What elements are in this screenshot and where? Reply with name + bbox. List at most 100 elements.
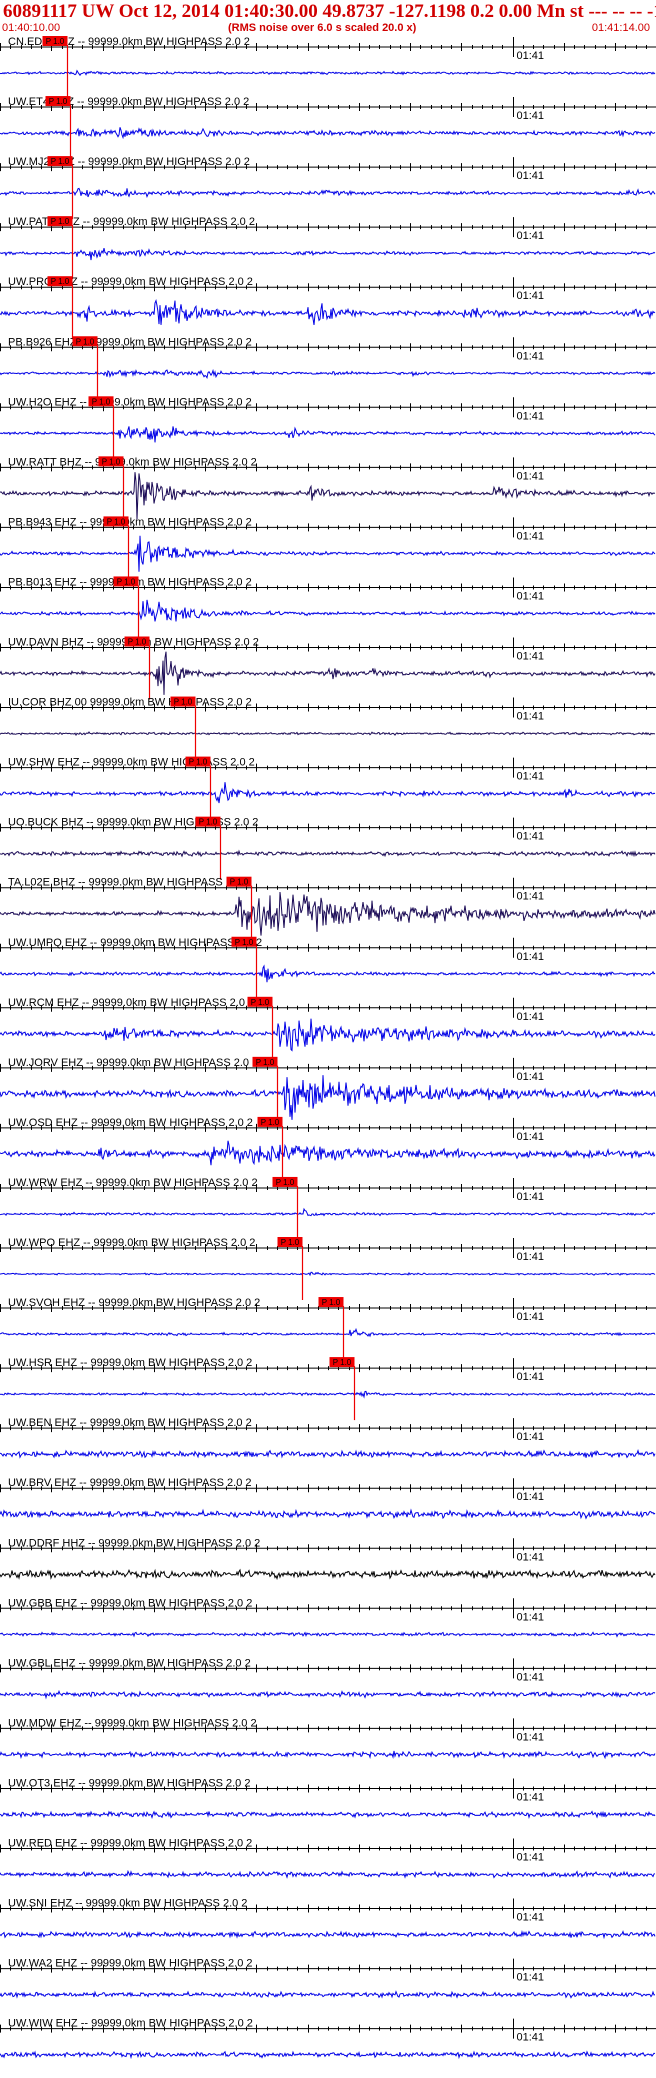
trace-label: TA.L02E BHZ -- 99999.0km BW HIGHPASS 2.0…: [8, 877, 250, 889]
waveform: [0, 368, 656, 380]
p-pick-label: P 1.0: [51, 157, 70, 166]
event-title: 60891117 UW Oct 12, 2014 01:40:30.00 49.…: [3, 1, 656, 22]
p-pick-label: P 1.0: [230, 878, 249, 887]
waveform: [0, 1631, 655, 1638]
minute-label: 01:41: [517, 2032, 545, 2044]
waveform: [0, 1075, 656, 1120]
p-pick-label: P 1.0: [189, 758, 208, 767]
minute-label: 01:41: [517, 1311, 545, 1323]
minute-label: 01:41: [517, 170, 545, 182]
waveform: [0, 1750, 656, 1760]
waveform: [0, 69, 656, 77]
trace-label: UW.MJ2 EHZ -- 99999.0km BW HIGHPASS 2.0 …: [8, 156, 250, 168]
p-pick-label: P 1.0: [117, 577, 136, 586]
trace-label: UW.PRO EHZ -- 99999.0km BW HIGHPASS 2.0 …: [8, 276, 253, 288]
trace-label: UW.HSR EHZ -- 99999.0km BW HIGHPASS 2.0 …: [8, 1357, 252, 1369]
minute-label: 01:41: [517, 1671, 545, 1683]
waveform: [0, 1448, 656, 1459]
minute-label: 01:41: [517, 1251, 545, 1263]
trace-label: UW.RED EHZ -- 99999.0km BW HIGHPASS 2.0 …: [8, 1838, 252, 1850]
minute-label: 01:41: [517, 1071, 545, 1083]
waveform: [0, 472, 656, 520]
trace-label: UW.SHW EHZ -- 99999.0km BW HIGHPASS 2.0 …: [8, 757, 255, 769]
trace-label: UW.WRW EHZ -- 99999.0km BW HIGHPASS 2.0 …: [8, 1177, 258, 1189]
trace-label: UW.OT3 EHZ -- 99999.0km BW HIGHPASS 2.0 …: [8, 1777, 250, 1789]
minute-label: 01:41: [517, 1972, 545, 1984]
waveform: [0, 1990, 656, 1999]
minute-label: 01:41: [517, 290, 545, 302]
minute-label: 01:41: [517, 1431, 545, 1443]
p-pick-label: P 1.0: [76, 337, 95, 346]
p-pick-label: P 1.0: [128, 638, 147, 647]
minute-label: 01:41: [517, 1611, 545, 1623]
p-pick-label: P 1.0: [92, 397, 111, 406]
waveform: [0, 1271, 656, 1277]
minute-label: 01:41: [517, 1551, 545, 1563]
minute-label: 01:41: [517, 1371, 545, 1383]
waveform: [0, 187, 656, 199]
minute-label: 01:41: [517, 1912, 545, 1924]
waveform: [0, 1689, 656, 1700]
p-pick-label: P 1.0: [235, 938, 254, 947]
minute-label: 01:41: [517, 410, 545, 422]
trace-label: PB.B943 EHZ -- 99999.0km BW HIGHPASS 2.0…: [8, 516, 252, 528]
minute-label: 01:41: [517, 891, 545, 903]
trace-label: UW.ET4 EHZ -- 99999.0km BW HIGHPASS 2.0 …: [8, 96, 249, 108]
trace-label: UW.RATT BHZ -- 99999.0km BW HIGHPASS 2.0…: [8, 456, 257, 468]
p-pick-label: P 1.0: [49, 97, 68, 106]
minute-label: 01:41: [517, 230, 545, 242]
waveform: [0, 1929, 656, 1940]
rms-scaling-note: (RMS noise over 6.0 s scaled 20.0 x): [228, 22, 417, 34]
trace-label: UW.WIW EHZ -- 99999.0km BW HIGHPASS 2.0 …: [8, 2018, 253, 2030]
p-pick-label: P 1.0: [261, 1118, 280, 1127]
trace-label: UW.GBL EHZ -- 99999.0km BW HIGHPASS 2.0 …: [8, 1657, 251, 1669]
trace-label: UW.WA2 EHZ -- 99999.0km BW HIGHPASS 2.0 …: [8, 1958, 253, 1970]
minute-label: 01:41: [517, 50, 545, 62]
p-pick-label: P 1.0: [281, 1238, 300, 1247]
waveform: [0, 1018, 656, 1052]
waveform: [0, 651, 656, 695]
minute-label: 01:41: [517, 590, 545, 602]
minute-label: 01:41: [517, 1011, 545, 1023]
trace-label: UW.BEN EHZ -- 99999.0km BW HIGHPASS 2.0 …: [8, 1417, 252, 1429]
record-header: 60891117 UW Oct 12, 2014 01:40:30.00 49.…: [0, 0, 656, 36]
p-pick-label: P 1.0: [276, 1178, 295, 1187]
waveform: [0, 426, 656, 443]
minute-label: 01:41: [517, 1852, 545, 1864]
waveform: [0, 782, 656, 804]
p-pick-label: P 1.0: [46, 37, 65, 46]
trace-label: UW.SVOH EHZ -- 99999.0km BW HIGHPASS 2.0…: [8, 1297, 260, 1309]
window-start-time: 01:40:10.00: [2, 22, 61, 34]
minute-label: 01:41: [517, 1191, 545, 1203]
p-pick-label: P 1.0: [107, 517, 126, 526]
waveform: [0, 535, 656, 572]
minute-label: 01:41: [517, 711, 545, 723]
waveform: [0, 1869, 656, 1879]
trace-label: UW.UMPQ EHZ -- 99999.0km BW HIGHPASS 2.0…: [8, 937, 262, 949]
waveform: [0, 1140, 656, 1166]
waveform: [0, 299, 656, 325]
waveform: [0, 1568, 656, 1581]
minute-label: 01:41: [517, 1731, 545, 1743]
trace-label: UW.PAT2 EHZ -- 99999.0km BW HIGHPASS 2.0…: [8, 216, 255, 228]
trace-label: UW.SNI EHZ -- 99999.0km BW HIGHPASS 2.0 …: [8, 1898, 247, 1910]
minute-label: 01:41: [517, 110, 545, 122]
minute-label: 01:41: [517, 951, 545, 963]
waveform: [0, 1390, 656, 1399]
minute-label: 01:41: [517, 1131, 545, 1143]
minute-label: 01:41: [517, 530, 545, 542]
p-pick-label: P 1.0: [322, 1298, 341, 1307]
p-pick-label: P 1.0: [174, 698, 193, 707]
trace-label: IU.COR BHZ 00 99999.0km BW HIGHPASS 2.0 …: [8, 697, 252, 709]
trace-label: UW.BRV EHZ -- 99999.0km BW HIGHPASS 2.0 …: [8, 1477, 252, 1489]
waveform: [0, 599, 656, 622]
trace-label: UW.H2O EHZ -- 99999.0km BW HIGHPASS 2.0 …: [8, 396, 252, 408]
p-pick-label: P 1.0: [251, 998, 270, 1007]
p-pick-label: P 1.0: [199, 818, 218, 827]
window-end-time: 01:41:14.00: [591, 22, 650, 34]
minute-label: 01:41: [517, 1791, 545, 1803]
trace-label: UW.OSD EHZ -- 99999.0km BW HIGHPASS 2.0 …: [8, 1117, 253, 1129]
minute-label: 01:41: [517, 771, 545, 783]
p-pick-label: P 1.0: [256, 1058, 275, 1067]
p-pick-label: P 1.0: [51, 217, 70, 226]
